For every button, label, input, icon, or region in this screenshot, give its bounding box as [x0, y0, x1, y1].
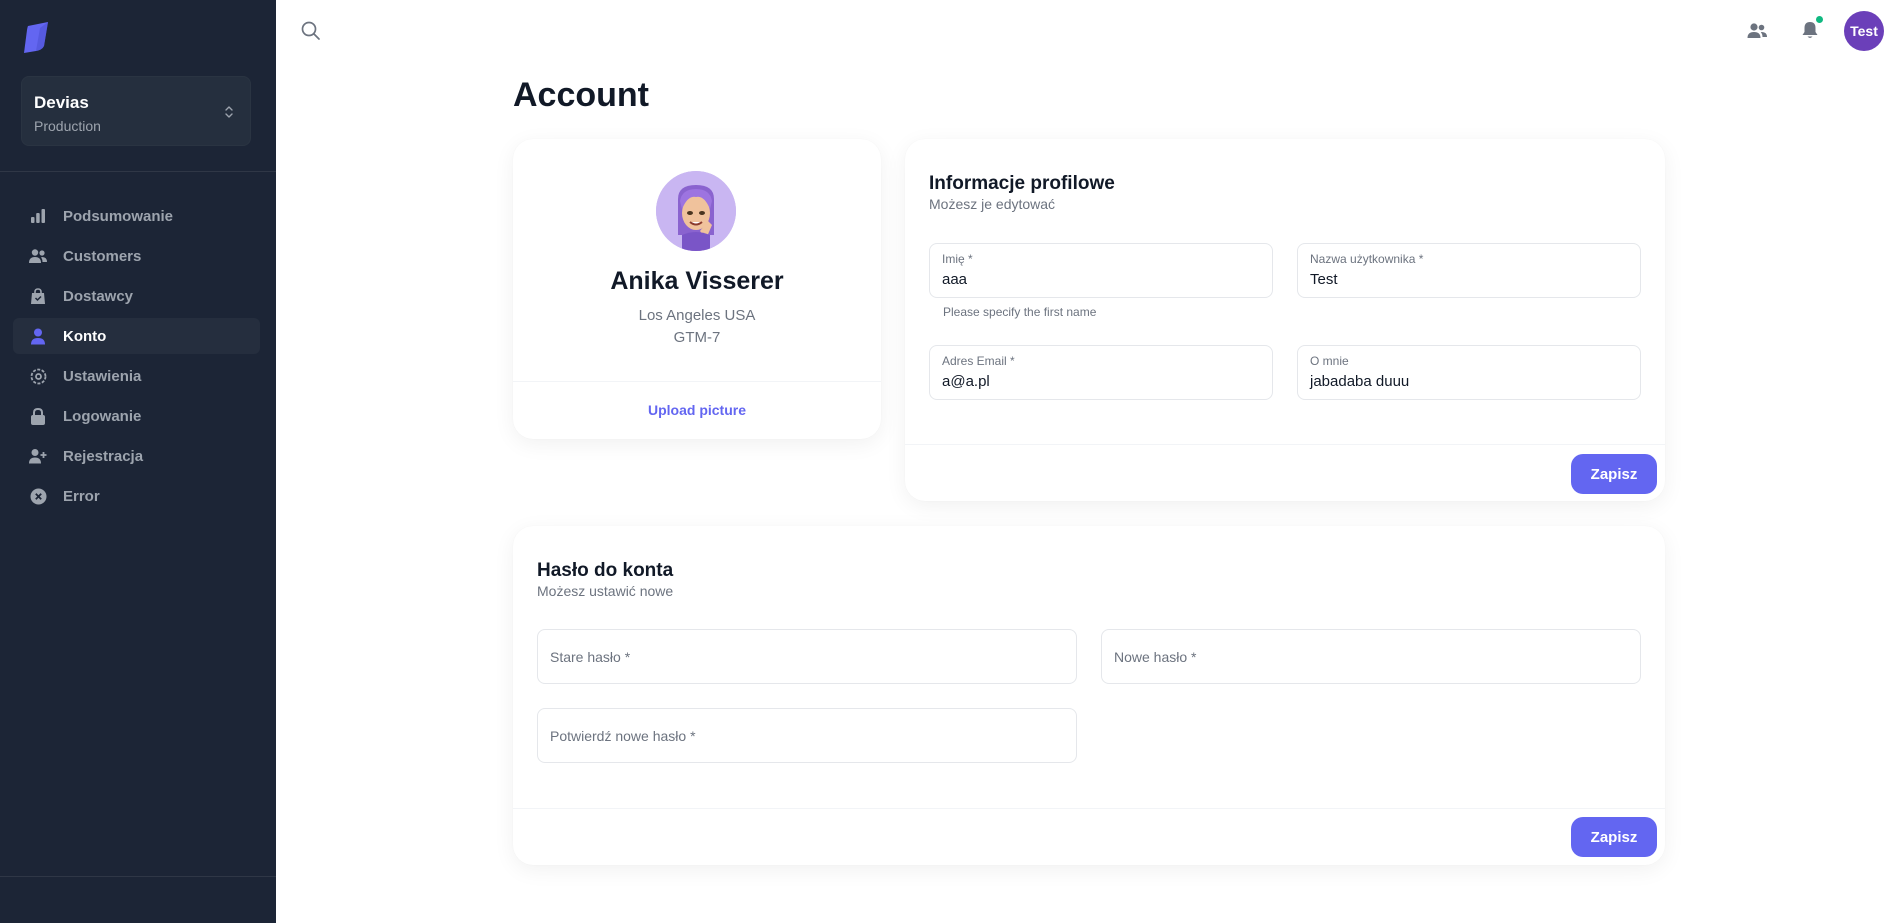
- workspace-env: Production: [34, 118, 101, 134]
- profile-card: Anika Visserer Los Angeles USA GTM-7 Upl…: [513, 139, 881, 439]
- sidebar-item-label: Logowanie: [63, 407, 142, 425]
- user-icon: [29, 327, 47, 345]
- sidebar-item-error[interactable]: Error: [13, 478, 260, 514]
- sidebar-item-podsumowanie[interactable]: Podsumowanie: [13, 198, 260, 234]
- about-field[interactable]: O mnie jabadaba duuu: [1297, 345, 1641, 400]
- card-title: Informacje profilowe: [929, 173, 1115, 194]
- email-field[interactable]: Adres Email * a@a.pl: [929, 345, 1273, 400]
- card-subtitle: Możesz ustawić nowe: [537, 583, 674, 599]
- user-plus-icon: [29, 447, 47, 465]
- sidebar-item-label: Error: [63, 487, 100, 505]
- sidebar-item-label: Konto: [63, 327, 107, 345]
- lock-icon: [29, 407, 47, 425]
- sidebar-item-customers[interactable]: Customers: [13, 238, 260, 274]
- sidebar-divider: [0, 171, 276, 172]
- sidebar-item-label: Customers: [63, 247, 142, 265]
- sidebar-nav: Podsumowanie Customers Dostawcy Konto Us…: [13, 198, 260, 518]
- save-profile-button[interactable]: Zapisz: [1571, 454, 1657, 494]
- first-name-input[interactable]: aaa: [942, 271, 1250, 288]
- chart-bar-icon: [29, 207, 47, 225]
- sidebar-item-label: Podsumowanie: [63, 207, 174, 225]
- notification-dot: [1815, 15, 1824, 24]
- search-icon[interactable]: [300, 20, 322, 42]
- sidebar-item-logowanie[interactable]: Logowanie: [13, 398, 260, 434]
- old-password-field[interactable]: Stare hasło *: [537, 629, 1077, 684]
- new-password-placeholder: Nowe hasło *: [1114, 649, 1197, 665]
- page-title: Account: [513, 76, 649, 114]
- sidebar: Devias Production Podsumowanie Customers…: [0, 0, 276, 923]
- user-avatar[interactable]: Test: [1844, 11, 1884, 51]
- profile-location: Los Angeles USA: [638, 307, 756, 324]
- email-input[interactable]: a@a.pl: [942, 373, 1250, 390]
- about-input[interactable]: jabadaba duuu: [1310, 373, 1618, 390]
- card-title: Hasło do konta: [537, 560, 674, 581]
- upload-picture-button[interactable]: Upload picture: [513, 402, 881, 418]
- field-label: Imię *: [942, 252, 973, 266]
- sidebar-item-ustawienia[interactable]: Ustawienia: [13, 358, 260, 394]
- confirm-password-field[interactable]: Potwierdź nowe hasło *: [537, 708, 1077, 763]
- sidebar-item-label: Ustawienia: [63, 367, 142, 385]
- confirm-password-placeholder: Potwierdź nowe hasło *: [550, 728, 696, 744]
- card-divider: [513, 808, 1665, 809]
- card-subtitle: Możesz je edytować: [929, 196, 1056, 212]
- profile-name: Anika Visserer: [610, 267, 784, 295]
- workspace-selector[interactable]: Devias Production: [21, 76, 251, 146]
- username-input[interactable]: Test: [1310, 271, 1618, 288]
- profile-info-card: Informacje profilowe Możesz je edytować …: [905, 139, 1665, 501]
- cog-icon: [29, 367, 47, 385]
- users-icon: [29, 247, 47, 265]
- x-circle-icon: [29, 487, 47, 505]
- field-label: Adres Email *: [942, 354, 1015, 368]
- sidebar-item-rejestracja[interactable]: Rejestracja: [13, 438, 260, 474]
- workspace-name: Devias: [34, 93, 89, 112]
- new-password-field[interactable]: Nowe hasło *: [1101, 629, 1641, 684]
- profile-avatar: [656, 171, 736, 251]
- sidebar-item-label: Dostawcy: [63, 287, 134, 305]
- sidebar-item-dostawcy[interactable]: Dostawcy: [13, 278, 260, 314]
- first-name-field[interactable]: Imię * aaa: [929, 243, 1273, 298]
- chevron-up-down-icon: [225, 106, 233, 118]
- sidebar-divider: [0, 876, 276, 877]
- first-name-helper: Please specify the first name: [943, 305, 1097, 319]
- profile-timezone: GTM-7: [673, 329, 721, 346]
- password-card: Hasło do konta Możesz ustawić nowe Stare…: [513, 526, 1665, 865]
- username-field[interactable]: Nazwa użytkownika * Test: [1297, 243, 1641, 298]
- field-label: Nazwa użytkownika *: [1310, 252, 1424, 266]
- old-password-placeholder: Stare hasło *: [550, 649, 631, 665]
- shopping-bag-icon: [29, 287, 47, 305]
- sidebar-item-konto[interactable]: Konto: [13, 318, 260, 354]
- logo-icon[interactable]: [20, 20, 52, 54]
- card-divider: [513, 381, 881, 382]
- contacts-icon[interactable]: [1746, 20, 1768, 42]
- sidebar-item-label: Rejestracja: [63, 447, 144, 465]
- card-divider: [905, 444, 1665, 445]
- save-password-button[interactable]: Zapisz: [1571, 817, 1657, 857]
- field-label: O mnie: [1310, 354, 1349, 368]
